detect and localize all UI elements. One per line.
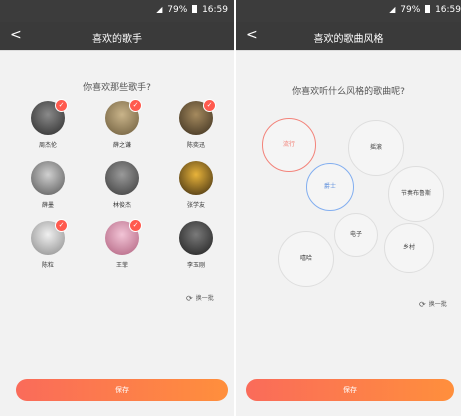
- check-icon: ✓: [129, 99, 142, 112]
- battery-percent: 79%: [400, 5, 421, 15]
- singer-name: 陈奕迅: [186, 142, 205, 149]
- signal-icon: ◢: [389, 5, 396, 14]
- save-button[interactable]: 保存: [16, 379, 228, 401]
- battery-percent: 79%: [167, 5, 188, 15]
- singer-name: 薛墨: [41, 202, 54, 209]
- style-bubble-hiphop[interactable]: 嘻哈: [278, 231, 334, 287]
- singer-item[interactable]: ✓ 薛之谦: [96, 99, 148, 149]
- battery-icon: [425, 5, 431, 13]
- singer-name: 张学友: [186, 202, 205, 209]
- style-bubble-electronic[interactable]: 电子: [334, 213, 378, 257]
- refresh-icon: ⟳: [186, 294, 193, 303]
- battery-icon: [192, 5, 198, 13]
- singer-item[interactable]: 薛墨: [22, 161, 74, 209]
- singer-item[interactable]: 林俊杰: [96, 161, 148, 209]
- style-bubble-pop[interactable]: 流行: [262, 118, 316, 172]
- singer-name: 薛之谦: [112, 142, 131, 149]
- check-icon: ✓: [203, 99, 216, 112]
- style-bubble-rnb[interactable]: 节奏布鲁斯: [388, 166, 444, 222]
- refresh-button[interactable]: ⟳ 换一批: [186, 293, 214, 303]
- avatar: [179, 161, 213, 195]
- avatar: ✓: [105, 219, 142, 255]
- style-question: 你喜欢听什么风格的歌曲呢?: [292, 87, 405, 97]
- singer-name: 周杰伦: [38, 142, 57, 149]
- refresh-button[interactable]: ⟳ 换一批: [419, 299, 447, 309]
- style-selection-screen: ◢ 79% 16:59 < 喜欢的歌曲风格 你喜欢听什么风格的歌曲呢? 流行 摇…: [236, 0, 461, 416]
- page-title: 喜欢的歌曲风格: [313, 34, 384, 45]
- status-time: 16:59: [435, 5, 461, 15]
- singer-name: 陈粒: [41, 262, 54, 269]
- status-bar: ◢ 79% 16:59: [0, 0, 234, 22]
- refresh-label: 换一批: [195, 295, 214, 302]
- status-time: 16:59: [202, 5, 228, 15]
- singer-item[interactable]: ✓ 陈粒: [22, 219, 74, 269]
- singer-item[interactable]: 李玉刚: [170, 221, 222, 269]
- singer-selection-screen: ◢ 79% 16:59 < 喜欢的歌手 你喜欢那些歌手? ✓ 周杰伦 ✓ 薛之谦…: [0, 0, 234, 416]
- singer-item[interactable]: ✓ 陈奕迅: [170, 99, 222, 149]
- singer-item[interactable]: ✓ 周杰伦: [22, 99, 74, 149]
- avatar: ✓: [31, 99, 68, 135]
- avatar: [179, 221, 213, 255]
- singer-question: 你喜欢那些歌手?: [83, 83, 151, 93]
- status-bar: ◢ 79% 16:59: [236, 0, 461, 22]
- singer-name: 林俊杰: [112, 202, 131, 209]
- singer-name: 李玉刚: [186, 262, 205, 269]
- check-icon: ✓: [129, 219, 142, 232]
- avatar: [31, 161, 65, 195]
- save-button[interactable]: 保存: [246, 379, 454, 401]
- refresh-icon: ⟳: [419, 300, 426, 309]
- check-icon: ✓: [55, 99, 68, 112]
- signal-icon: ◢: [156, 5, 163, 14]
- nav-bar: < 喜欢的歌曲风格: [236, 22, 461, 50]
- singer-name: 王菲: [115, 262, 128, 269]
- avatar: ✓: [179, 99, 216, 135]
- divider: [236, 50, 461, 51]
- avatar: [105, 161, 139, 195]
- avatar: ✓: [105, 99, 142, 135]
- style-bubble-rock[interactable]: 摇滚: [348, 120, 404, 176]
- style-bubble-jazz[interactable]: 爵士: [306, 163, 354, 211]
- avatar: ✓: [31, 219, 68, 255]
- singer-item[interactable]: ✓ 王菲: [96, 219, 148, 269]
- check-icon: ✓: [55, 219, 68, 232]
- nav-bar: < 喜欢的歌手: [0, 22, 234, 50]
- singer-item[interactable]: 张学友: [170, 161, 222, 209]
- refresh-label: 换一批: [428, 301, 447, 308]
- divider: [0, 50, 234, 51]
- style-bubble-country[interactable]: 乡村: [384, 223, 434, 273]
- page-title: 喜欢的歌手: [92, 34, 142, 45]
